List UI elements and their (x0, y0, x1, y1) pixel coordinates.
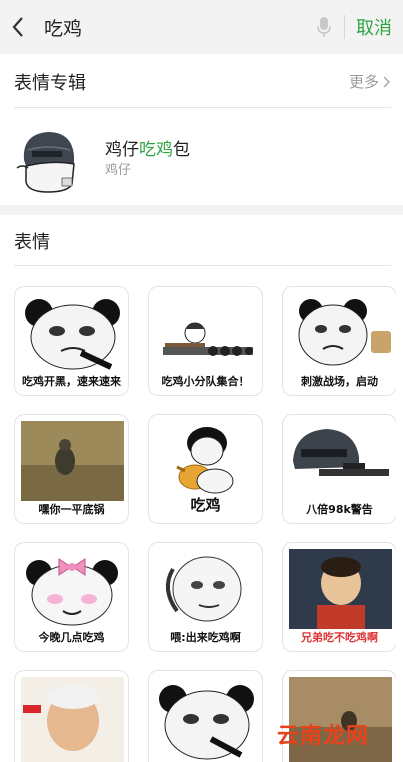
sticker-item[interactable]: 吃鸡 (148, 414, 263, 524)
album-title-part: 鸡 (105, 140, 122, 160)
sticker-caption: 吃鸡 (190, 496, 221, 514)
album-title-part: 仔 (122, 140, 139, 160)
divider (14, 265, 391, 266)
frying-pan-scene-image (21, 421, 124, 501)
more-albums-link[interactable]: 更多 (349, 71, 391, 92)
sticker-caption: 八倍98k警告 (306, 503, 373, 516)
sticker-caption: 吃鸡小分队集合！ (161, 375, 250, 388)
album-title: 鸡仔吃鸡包 (105, 135, 190, 160)
sticker-caption: 今晚几点吃鸡 (38, 631, 105, 644)
panda-bow-image (26, 558, 118, 626)
sticker-item[interactable]: 刺激战场，启动 (282, 286, 396, 396)
microphone-icon (317, 17, 331, 37)
kid-photo-image (289, 549, 392, 629)
chicken-hug-image (176, 427, 234, 494)
helmet-scope-image (293, 429, 389, 476)
sticker-item[interactable]: 吃鸡开黑，速来速来 (14, 286, 129, 396)
album-section-title: 表情专辑 (14, 73, 86, 94)
sticker-caption: 吃鸡开黑，速来速来 (22, 375, 121, 388)
sticker-item[interactable] (148, 670, 263, 762)
sticker-item[interactable]: 八倍98k警告 (282, 414, 396, 524)
sticker-item[interactable] (14, 670, 129, 762)
sticker-item[interactable]: 嘿你一平底锅 (14, 414, 129, 524)
panda-face-image (298, 299, 391, 366)
section-gap (0, 205, 403, 215)
sticker-caption: 兄弟吃不吃鸡啊 (301, 631, 378, 644)
squad-image (163, 322, 253, 356)
sticker-grid: 吃鸡开黑，速来速来 吃鸡小分队集合！ 刺激战场，启动 嘿你一平底锅 吃鸡 八倍9… (14, 286, 396, 762)
cancel-button[interactable]: 取消 (345, 14, 403, 40)
sticker-item[interactable]: 吃鸡小分队集合！ (148, 286, 263, 396)
chevron-right-icon (383, 75, 391, 88)
album-item[interactable]: 鸡仔吃鸡包 鸡仔 (0, 108, 403, 198)
old-man-image (21, 677, 124, 762)
sticker-item[interactable]: 喂:出来吃鸡啊 (148, 542, 263, 652)
panda-face-image (25, 299, 120, 370)
back-button[interactable] (0, 0, 36, 54)
voice-input-button[interactable] (304, 0, 344, 54)
album-title-highlight: 吃鸡 (139, 140, 173, 160)
sticker-item[interactable]: 兄弟吃不吃鸡啊 (282, 542, 396, 652)
search-bar: 吃鸡 取消 (0, 0, 403, 54)
sticker-caption: 刺激战场，启动 (301, 375, 378, 388)
album-subtitle: 鸡仔 (105, 163, 132, 178)
sticker-section-title: 表情 (14, 232, 50, 253)
search-input[interactable]: 吃鸡 (36, 14, 304, 41)
album-title-part: 包 (173, 140, 190, 160)
sticker-caption: 喂:出来吃鸡啊 (170, 631, 241, 644)
helmet-chick-thumbnail (16, 132, 75, 193)
chevron-left-icon (12, 17, 23, 37)
phone-call-face-image (165, 556, 242, 622)
more-label: 更多 (348, 73, 379, 91)
sticker-item[interactable]: 今晚几点吃鸡 (14, 542, 129, 652)
sticker-caption: 嘿你一平底锅 (38, 503, 105, 516)
panda-face-image (159, 685, 254, 760)
site-watermark: 云南龙网 (276, 724, 369, 749)
